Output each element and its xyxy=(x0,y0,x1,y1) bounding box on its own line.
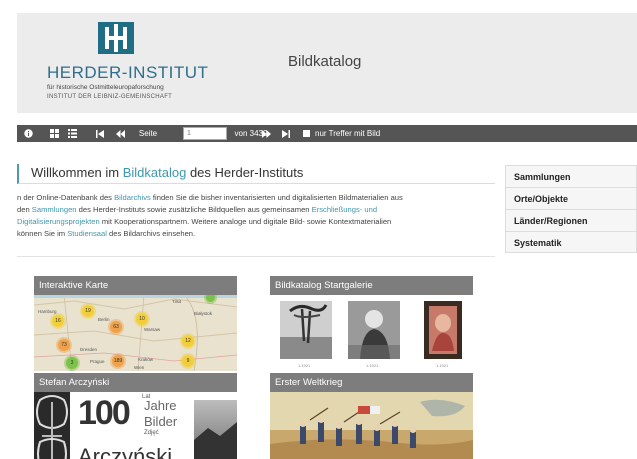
map-cluster[interactable]: 189 xyxy=(112,355,124,367)
site-header: HERDER-INSTITUT für historische Ostmitte… xyxy=(17,13,637,113)
title-text-post: des Herder-Instituts xyxy=(186,165,304,180)
map-city-label: Hamburg xyxy=(38,309,57,314)
intro-text: den xyxy=(17,205,32,214)
arczynski-word-bilder: Bilder xyxy=(144,414,178,429)
map-city-label: Kraków xyxy=(138,357,154,362)
map-preview[interactable]: 16 19 63 10 73 12 3 189 9 Hamburg Berlin… xyxy=(34,295,237,371)
gallery-thumbnail[interactable] xyxy=(280,301,332,359)
war-painting-preview[interactable] xyxy=(270,392,473,459)
page-number-input[interactable] xyxy=(183,127,227,140)
tile-title: Interaktive Karte xyxy=(34,276,237,295)
herder-logo-icon[interactable] xyxy=(97,21,135,55)
info-icon[interactable] xyxy=(21,125,35,142)
thumbnail-caption: 1.1921 xyxy=(298,363,311,368)
logo-name: HERDER-INSTITUT xyxy=(47,63,209,82)
last-page-icon[interactable] xyxy=(279,125,293,142)
intro-text: finden Sie die bisher inventarisierten u… xyxy=(150,193,403,202)
sidebar-item-laender-regionen[interactable]: Länder/Regionen xyxy=(505,209,637,231)
page-title: Willkommen im Bildkatalog des Herder-Ins… xyxy=(31,165,303,180)
map-cluster[interactable]: 73 xyxy=(58,339,70,351)
landscape-photo xyxy=(194,400,237,459)
arczynski-preview[interactable]: 100 Lat Jahre Bilder Zdjęć Arczyński xyxy=(34,392,237,459)
intro-paragraph: n der Online-Datenbank des Bildarchivs f… xyxy=(17,192,495,240)
digitalisierung-link[interactable]: Digitalisierungsprojekten xyxy=(17,217,100,226)
sidebar-item-sammlungen[interactable]: Sammlungen xyxy=(505,165,637,187)
tile-title: Erster Weltkrieg xyxy=(270,373,473,392)
map-cluster[interactable]: 10 xyxy=(136,313,148,325)
welcome-heading-box: Willkommen im Bildkatalog des Herder-Ins… xyxy=(17,164,495,184)
logo-tagline: INSTITUT DER LEIBNIZ-GEMEINSCHAFT xyxy=(47,94,173,100)
gallery-preview[interactable]: 1.1921 1.1921 1.1921 xyxy=(270,295,473,371)
map-cluster[interactable]: 12 xyxy=(182,335,194,347)
intro-text: können Sie im xyxy=(17,229,68,238)
map-city-label: Białystok xyxy=(194,311,213,316)
logo-subtitle: für historische Ostmitteleuropaforschung xyxy=(47,84,164,91)
gallery-thumbnail[interactable] xyxy=(424,301,462,359)
bildarchiv-link[interactable]: Bildarchivs xyxy=(114,193,151,202)
map-city-label: Warsaw xyxy=(144,327,161,332)
first-page-icon[interactable] xyxy=(93,125,107,142)
next-page-icon[interactable] xyxy=(259,125,273,142)
map-city-label: Prague xyxy=(90,359,105,364)
arczynski-word-jahre: Jahre xyxy=(144,398,177,413)
arczynski-small-text: Zdjęć xyxy=(144,430,159,436)
ornament-image xyxy=(34,392,70,459)
list-view-icon[interactable] xyxy=(65,125,79,142)
anniversary-number: 100 xyxy=(78,394,131,432)
sidebar-nav: Sammlungen Orte/Objekte Länder/Regionen … xyxy=(505,165,637,253)
map-city-label: Berlin xyxy=(98,317,110,322)
intro-text: n der Online-Datenbank des xyxy=(17,193,115,202)
gallery-thumbnail[interactable] xyxy=(348,301,400,359)
page-label: Seite xyxy=(138,129,158,138)
previous-page-icon[interactable] xyxy=(113,125,127,142)
intro-text: des Herder-Instituts sowie zusätzliche B… xyxy=(76,205,312,214)
sidebar-item-orte-objekte[interactable]: Orte/Objekte xyxy=(505,187,637,209)
tile-first-world-war[interactable]: Erster Weltkrieg xyxy=(270,373,473,459)
map-cluster[interactable]: 16 xyxy=(52,315,64,327)
intro-text: mit Kooperationspartnern. Weitere analog… xyxy=(99,217,392,226)
divider xyxy=(17,256,495,257)
map-city-label: Dresden xyxy=(80,347,98,352)
erschliessung-link[interactable]: Erschließungs- und xyxy=(312,205,377,214)
bildkatalog-link[interactable]: Bildkatalog xyxy=(123,165,187,180)
sidebar-item-systematik[interactable]: Systematik xyxy=(505,231,637,253)
thumbnail-caption: 1.1921 xyxy=(436,363,449,368)
tile-interactive-map[interactable]: Interaktive Karte 16 19 63 10 73 12 3 18… xyxy=(34,276,237,371)
app-title: Bildkatalog xyxy=(288,53,362,70)
only-with-image-filter[interactable]: nur Treffer mit Bild xyxy=(315,125,383,142)
tile-title: Stefan Arczyński xyxy=(34,373,237,392)
photographer-name: Arczyński xyxy=(78,444,173,459)
result-toolbar: Seite von 3439 nur Treffer mit Bild xyxy=(17,125,637,142)
map-cluster[interactable]: 3 xyxy=(66,357,78,369)
map-city-label: Wien xyxy=(134,365,145,370)
tile-title: Bildkatalog Startgalerie xyxy=(270,276,473,295)
map-cluster[interactable]: 9 xyxy=(182,355,194,367)
studiensaal-link[interactable]: Studiensaal xyxy=(67,229,107,238)
map-cluster[interactable]: 63 xyxy=(110,321,122,333)
title-text-pre: Willkommen im xyxy=(31,165,123,180)
thumbnail-caption: 1.1921 xyxy=(366,363,379,368)
intro-text: des Bildarchivs einsehen. xyxy=(106,229,196,238)
checkbox-icon[interactable] xyxy=(301,125,311,142)
grid-view-icon[interactable] xyxy=(47,125,61,142)
tile-start-gallery[interactable]: Bildkatalog Startgalerie 1.1921 1.1921 1… xyxy=(270,276,473,371)
sammlungen-link[interactable]: Sammlungen xyxy=(32,205,77,214)
tile-stefan-arczynski[interactable]: Stefan Arczyński 100 Lat Jahre Bilder Zd… xyxy=(34,373,237,459)
map-cluster[interactable]: 19 xyxy=(82,305,94,317)
map-city-label: Tilsit xyxy=(172,299,182,304)
